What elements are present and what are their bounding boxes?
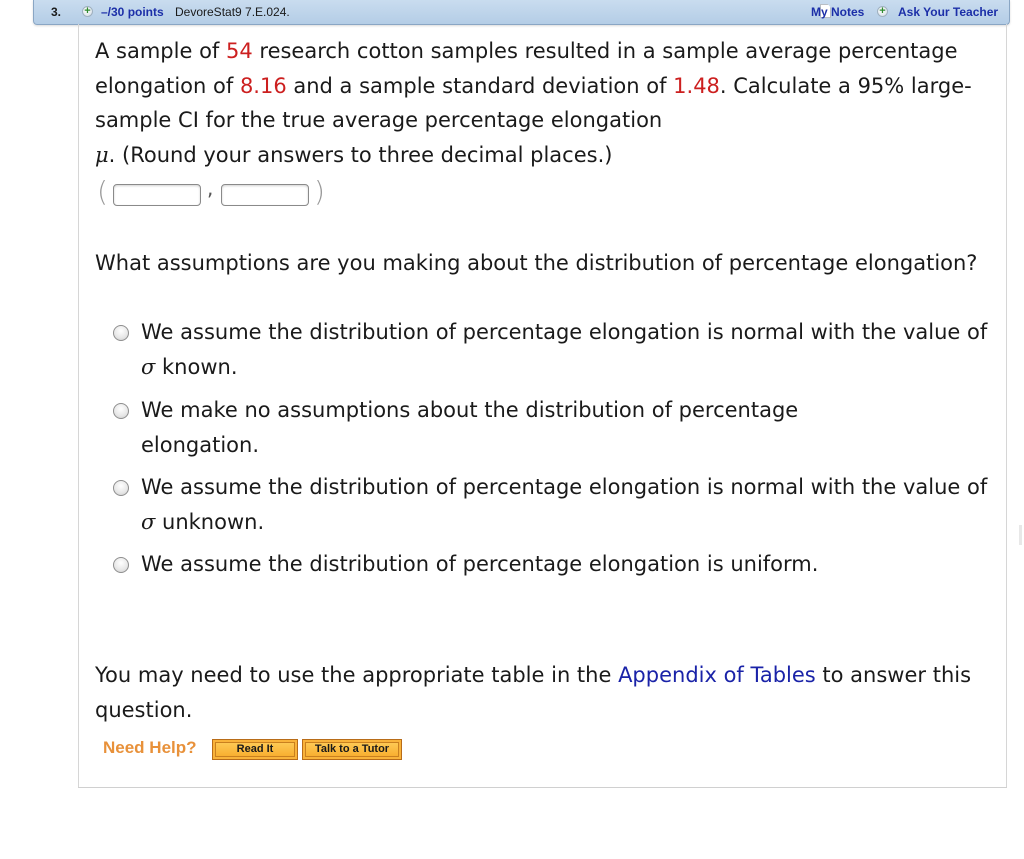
read-it-button[interactable]: Read It xyxy=(212,739,298,760)
radio-button[interactable] xyxy=(113,480,129,496)
ask-teacher-link[interactable]: Ask Your Teacher xyxy=(898,5,998,19)
appendix-note: You may need to use the appropriate tabl… xyxy=(95,658,995,727)
points-label: –/30 points xyxy=(101,5,164,19)
radio-button[interactable] xyxy=(113,403,129,419)
need-help-label: Need Help? xyxy=(103,738,197,757)
plus-icon[interactable]: + xyxy=(82,6,93,17)
question-number: 3. xyxy=(51,5,62,19)
radio-button[interactable] xyxy=(113,325,129,341)
text: You may need to use the appropriate tabl… xyxy=(95,663,619,687)
option-label[interactable]: We assume the distribution of percentage… xyxy=(141,315,991,384)
open-paren: ( xyxy=(97,175,108,208)
option-label[interactable]: We assume the distribution of percentage… xyxy=(141,547,991,582)
sigma-symbol: σ xyxy=(141,509,156,534)
sample-mean: 8.16 xyxy=(239,73,287,98)
panel-left-border xyxy=(78,24,79,788)
ci-lower-input[interactable] xyxy=(113,184,201,206)
option-label[interactable]: We assume the distribution of percentage… xyxy=(141,470,991,539)
text: unknown. xyxy=(155,509,265,534)
my-notes-label[interactable]: My Notes xyxy=(811,5,864,19)
text: We assume the distribution of percentage… xyxy=(141,320,988,344)
panel-bottom-border xyxy=(78,787,1007,788)
text: A sample of xyxy=(95,39,226,63)
sample-sd: 1.48 xyxy=(673,73,720,98)
text: . (Round your answers to three decimal p… xyxy=(108,142,613,167)
text: known. xyxy=(155,354,238,379)
question-source: DevoreStat9 7.E.024. xyxy=(175,5,290,19)
sample-size: 54 xyxy=(225,39,253,63)
text: and a sample standard deviation of xyxy=(286,73,674,98)
text: We assume the distribution of percentage… xyxy=(141,552,819,576)
option-label[interactable]: We make no assumptions about the distrib… xyxy=(141,393,901,462)
mu-symbol: μ xyxy=(95,142,109,167)
question-header: 3. + –/30 points DevoreStat9 7.E.024. My… xyxy=(33,0,1010,25)
ci-upper-input[interactable] xyxy=(221,184,309,206)
text: We make no assumptions about the distrib… xyxy=(141,398,799,457)
assumption-question: What assumptions are you making about th… xyxy=(95,251,978,275)
plus-icon[interactable]: + xyxy=(877,6,888,17)
my-notes-link[interactable]: My Notes xyxy=(811,5,864,19)
appendix-of-tables-link[interactable]: Appendix of Tables xyxy=(618,663,816,687)
comma: , xyxy=(207,176,214,200)
sigma-symbol: σ xyxy=(141,354,156,379)
talk-to-tutor-button[interactable]: Talk to a Tutor xyxy=(302,739,402,760)
question-text: A sample of 54 research cotton samples r… xyxy=(95,34,995,172)
panel-right-border xyxy=(1006,24,1007,788)
text: We assume the distribution of percentage… xyxy=(141,475,988,499)
close-paren: ) xyxy=(314,175,325,208)
radio-button[interactable] xyxy=(113,557,129,573)
scroll-edge xyxy=(1019,525,1022,545)
